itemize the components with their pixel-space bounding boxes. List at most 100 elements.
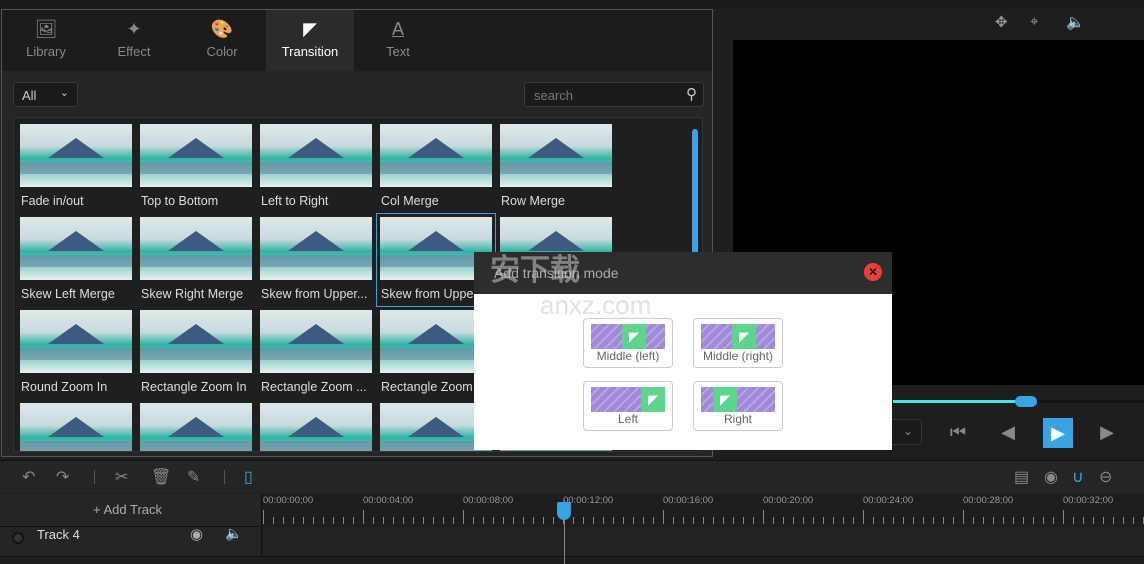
category-filter[interactable]: All ⌄: [13, 82, 78, 107]
transition-thumbnail: [20, 217, 132, 280]
transition-label: Col Merge: [381, 194, 439, 208]
tab-transition[interactable]: ◤ Transition: [266, 10, 354, 71]
tab-library[interactable]: 🖼 Library: [2, 10, 90, 71]
ruler-tick: [483, 517, 484, 524]
mode-option[interactable]: ◤ Right: [693, 381, 783, 431]
ruler-tick: [463, 510, 464, 524]
ruler-tick: [633, 517, 634, 524]
track-header: Track 4 ◉ 🔈: [0, 525, 262, 557]
ruler-tick: [703, 517, 704, 524]
crop-icon[interactable]: ⌖: [1030, 13, 1038, 30]
transition-item[interactable]: Col Merge: [377, 121, 495, 213]
transition-item[interactable]: Left to Right: [257, 121, 375, 213]
ruler-tick: [333, 517, 334, 524]
skip-start-icon[interactable]: ⏮: [945, 422, 971, 443]
transition-item[interactable]: Fade in/out: [17, 121, 135, 213]
transition-item[interactable]: Round Zoom In: [17, 307, 135, 399]
transition-icon: ◤: [713, 387, 737, 412]
ruler-tick: [753, 517, 754, 524]
transition-item[interactable]: Rectangle Zoom ...: [257, 307, 375, 399]
mode-option[interactable]: ◤ Middle (left): [583, 318, 673, 368]
transition-item[interactable]: Row Merge: [497, 121, 615, 213]
undo-icon[interactable]: ↶: [22, 467, 35, 487]
ruler-tick: [743, 517, 744, 524]
pen-icon[interactable]: ✎: [187, 467, 200, 487]
transition-label: Skew from Upper...: [261, 287, 368, 301]
tab-text[interactable]: A Text: [354, 10, 442, 71]
transition-thumbnail: [140, 403, 252, 451]
transition-item[interactable]: [257, 400, 375, 451]
ruler-tick: [983, 517, 984, 524]
step-back-icon[interactable]: ◀: [995, 422, 1021, 443]
ruler-tick: [1113, 517, 1114, 524]
transition-item[interactable]: Top to Bottom: [137, 121, 255, 213]
ruler-tick: [833, 517, 834, 524]
track-toggle[interactable]: [12, 532, 24, 544]
transition-label: Rectangle Zoom In: [141, 380, 247, 394]
close-button[interactable]: ✕: [864, 263, 882, 281]
redo-icon[interactable]: ↷: [56, 467, 69, 487]
step-forward-icon[interactable]: ▶: [1094, 422, 1120, 443]
transition-item[interactable]: Rectangle Zoom In: [137, 307, 255, 399]
add-track-button[interactable]: + Add Track: [93, 502, 162, 517]
ruler-tick: [1023, 517, 1024, 524]
transition-item[interactable]: [17, 400, 135, 451]
volume-icon[interactable]: 🔈: [225, 525, 242, 542]
ruler-tick: [893, 517, 894, 524]
playhead-handle[interactable]: [557, 502, 571, 520]
ruler-tick: [583, 517, 584, 524]
volume-icon[interactable]: 🔈: [1066, 13, 1085, 31]
search-icon[interactable]: ⚲: [686, 85, 697, 103]
ruler-tick: [1073, 517, 1074, 524]
eye-icon[interactable]: ◉: [190, 525, 203, 543]
transition-item[interactable]: Skew Left Merge: [17, 214, 135, 306]
ruler-tick: [613, 517, 614, 524]
ruler-tick: [873, 517, 874, 524]
tab-color[interactable]: 🎨 Color: [178, 10, 266, 71]
track-name: Track 4: [37, 527, 80, 542]
ruler-tick: [323, 517, 324, 524]
ruler-label: 00:00:24;00: [863, 495, 914, 506]
panel-tabs: 🖼 Library ✦ Effect 🎨 Color ◤ Transition A Text: [2, 10, 712, 71]
split-icon[interactable]: ▯: [244, 467, 253, 487]
move-icon[interactable]: ✥: [995, 13, 1008, 31]
transition-thumbnail: [260, 403, 372, 451]
mode-option[interactable]: ◤ Middle (right): [693, 318, 783, 368]
ruler-tick: [843, 517, 844, 524]
ruler-tick: [393, 517, 394, 524]
grid-scrollbar[interactable]: [692, 129, 698, 269]
transition-thumbnail: [20, 403, 132, 451]
transition-icon: ◤: [622, 324, 646, 349]
transition-item[interactable]: [137, 400, 255, 451]
mode-option[interactable]: ◤ Left: [583, 381, 673, 431]
progress-handle[interactable]: [1015, 396, 1037, 407]
timeline-ruler[interactable]: 00:00:00;00 00:00:04;00 00:00:08;00 00:00:1…: [263, 494, 1144, 527]
transition-thumbnail: [140, 217, 252, 280]
trash-icon[interactable]: 🗑: [151, 467, 171, 487]
search-input[interactable]: search ⚲: [524, 82, 704, 107]
ruler-tick: [643, 517, 644, 524]
ruler-label: 00:00:20;00: [763, 495, 814, 506]
track-lane[interactable]: [263, 527, 1144, 557]
marker-icon[interactable]: ◉: [1044, 467, 1058, 487]
scissors-icon[interactable]: ✂: [115, 467, 128, 487]
ruler-tick: [943, 517, 944, 524]
fit-icon[interactable]: ▤: [1014, 467, 1029, 487]
play-icon: ▶: [1051, 423, 1065, 443]
ruler-tick: [783, 517, 784, 524]
zoom-out-icon[interactable]: ⊖: [1099, 467, 1112, 487]
ruler-tick: [1133, 517, 1134, 524]
mode-preview: ◤: [701, 324, 775, 349]
mode-label: Right: [723, 412, 752, 426]
transition-thumbnail: [260, 124, 372, 187]
transition-label: Fade in/out: [21, 194, 84, 208]
tab-effect[interactable]: ✦ Effect: [90, 10, 178, 71]
tab-label: Text: [386, 44, 410, 59]
magnet-icon[interactable]: ∪: [1072, 467, 1084, 487]
transition-item[interactable]: Skew from Upper...: [257, 214, 375, 306]
tab-label: Color: [206, 44, 238, 59]
ruler-tick: [513, 517, 514, 524]
transition-item[interactable]: Skew Right Merge: [137, 214, 255, 306]
ruler-tick: [823, 517, 824, 524]
play-button[interactable]: ▶: [1043, 418, 1073, 448]
